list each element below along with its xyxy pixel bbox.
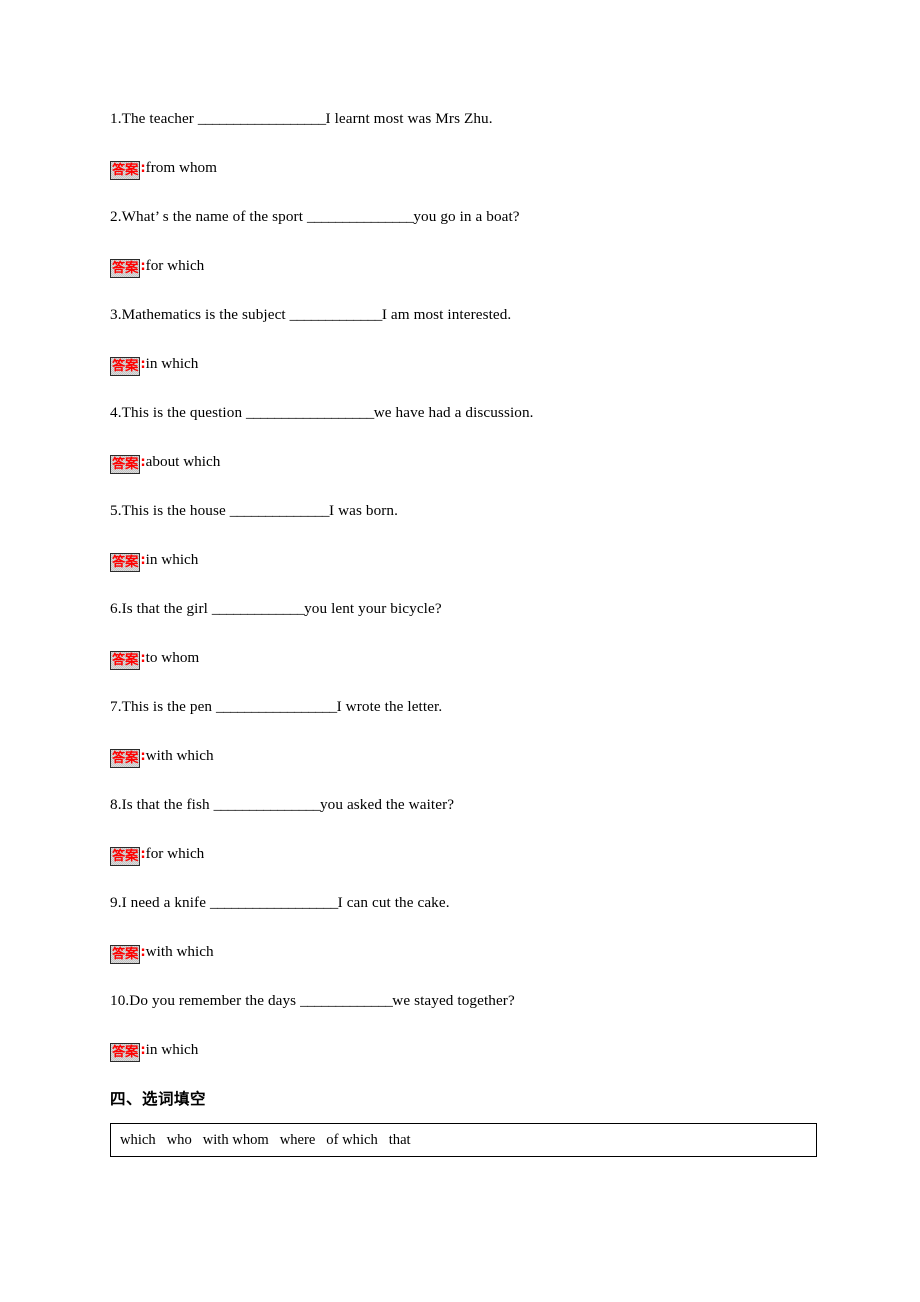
answer-text: about which — [145, 453, 221, 470]
answer-line: 答案:with which — [110, 941, 830, 964]
question-text-after: I was born. — [329, 502, 399, 519]
exercise-item: 8.Is that the fish _______________you as… — [110, 794, 830, 866]
exercise-item: 9.I need a knife __________________I can… — [110, 892, 830, 964]
word-bank-words: which who with whom where of which that — [120, 1132, 411, 1148]
answer-text: for which — [145, 845, 205, 862]
answer-text: from whom — [145, 159, 217, 176]
question-number: 2. — [110, 208, 122, 225]
question-text-before: Is that the fish — [121, 796, 214, 813]
exercise-item: 6.Is that the girl _____________you lent… — [110, 598, 830, 670]
answer-blank[interactable]: ______________ — [230, 502, 330, 519]
answer-line: 答案:to whom — [110, 647, 830, 670]
question-number: 6. — [110, 600, 122, 617]
answer-blank[interactable]: __________________ — [246, 404, 374, 421]
question-line: 4.This is the question _________________… — [110, 402, 830, 423]
question-line: 1.The teacher __________________I learnt… — [110, 108, 830, 129]
exercise-item: 7.This is the pen _________________I wro… — [110, 696, 830, 768]
answer-text: in which — [145, 1041, 199, 1058]
answer-blank[interactable]: _____________ — [212, 600, 305, 617]
exercise-item: 3.Mathematics is the subject ___________… — [110, 304, 830, 376]
question-text-before: What’ s the name of the sport — [121, 208, 307, 225]
worksheet-page: 1.The teacher __________________I learnt… — [0, 0, 920, 1302]
question-line: 7.This is the pen _________________I wro… — [110, 696, 830, 717]
question-number: 5. — [110, 502, 122, 519]
exercise-item: 4.This is the question _________________… — [110, 402, 830, 474]
question-text-after: we have had a discussion. — [373, 404, 534, 421]
exercise-item: 2.What’ s the name of the sport ________… — [110, 206, 830, 278]
answer-label-badge: 答案 — [110, 259, 141, 278]
question-number: 4. — [110, 404, 122, 421]
question-text-before: This is the house — [121, 502, 230, 519]
answer-label-badge: 答案 — [110, 945, 141, 964]
answer-text: with which — [145, 943, 214, 960]
question-line: 2.What’ s the name of the sport ________… — [110, 206, 830, 227]
answer-label-badge: 答案 — [110, 161, 141, 180]
answer-text: with which — [145, 747, 214, 764]
exercise-item: 10.Do you remember the days ____________… — [110, 990, 830, 1062]
question-number: 3. — [110, 306, 122, 323]
answer-line: 答案:in which — [110, 549, 830, 572]
question-number: 9. — [110, 894, 122, 911]
question-text-after: I learnt most was Mrs Zhu. — [325, 110, 493, 127]
answer-blank[interactable]: _____________ — [290, 306, 383, 323]
answer-label-badge: 答案 — [110, 847, 141, 866]
question-text-after: you lent your bicycle? — [304, 600, 442, 617]
answer-label-badge: 答案 — [110, 749, 141, 768]
section-heading: 四、选词填空 — [110, 1090, 207, 1108]
question-text-before: I need a knife — [121, 894, 210, 911]
question-line: 8.Is that the fish _______________you as… — [110, 794, 830, 815]
answer-blank[interactable]: _______________ — [214, 796, 321, 813]
question-line: 10.Do you remember the days ____________… — [110, 990, 830, 1011]
answer-line: 答案:from whom — [110, 157, 830, 180]
question-line: 3.Mathematics is the subject ___________… — [110, 304, 830, 325]
question-text-before: Mathematics is the subject — [121, 306, 290, 323]
answer-blank[interactable]: __________________ — [198, 110, 326, 127]
answer-line: 答案:with which — [110, 745, 830, 768]
question-text-after: we stayed together? — [392, 992, 515, 1009]
question-line: 5.This is the house ______________I was … — [110, 500, 830, 521]
question-line: 9.I need a knife __________________I can… — [110, 892, 830, 913]
word-bank-box: which who with whom where of which that — [110, 1123, 817, 1157]
question-text-after: you go in a boat? — [413, 208, 520, 225]
exercise-item: 1.The teacher __________________I learnt… — [110, 108, 830, 180]
answer-line: 答案:for which — [110, 843, 830, 866]
question-text-before: This is the question — [121, 404, 247, 421]
answer-label-badge: 答案 — [110, 357, 141, 376]
question-text-before: Is that the girl — [121, 600, 212, 617]
question-number: 1. — [110, 110, 122, 127]
question-text-before: The teacher — [121, 110, 198, 127]
answer-blank[interactable]: __________________ — [210, 894, 338, 911]
question-text-after: you asked the waiter? — [319, 796, 455, 813]
answer-text: for which — [145, 257, 205, 274]
worksheet-content: 1.The teacher __________________I learnt… — [110, 108, 830, 1157]
question-text-after: I can cut the cake. — [337, 894, 450, 911]
question-line: 6.Is that the girl _____________you lent… — [110, 598, 830, 619]
answer-text: in which — [145, 551, 199, 568]
exercise-item: 5.This is the house ______________I was … — [110, 500, 830, 572]
question-text-before: Do you remember the days — [129, 992, 301, 1009]
question-text-before: This is the pen — [121, 698, 216, 715]
answer-label-badge: 答案 — [110, 553, 141, 572]
answer-text: in which — [145, 355, 199, 372]
question-number: 8. — [110, 796, 122, 813]
answer-blank[interactable]: _____________ — [300, 992, 393, 1009]
answer-line: 答案:in which — [110, 1039, 830, 1062]
question-text-after: I wrote the letter. — [336, 698, 443, 715]
answer-line: 答案:about which — [110, 451, 830, 474]
answer-label-badge: 答案 — [110, 455, 141, 474]
answer-label-badge: 答案 — [110, 1043, 141, 1062]
answer-blank[interactable]: _________________ — [216, 698, 337, 715]
answer-text: to whom — [145, 649, 200, 666]
answer-line: 答案:for which — [110, 255, 830, 278]
answer-blank[interactable]: _______________ — [307, 208, 414, 225]
answer-line: 答案:in which — [110, 353, 830, 376]
answer-label-badge: 答案 — [110, 651, 141, 670]
question-number: 7. — [110, 698, 122, 715]
question-number: 10. — [110, 992, 130, 1009]
question-text-after: I am most interested. — [381, 306, 512, 323]
